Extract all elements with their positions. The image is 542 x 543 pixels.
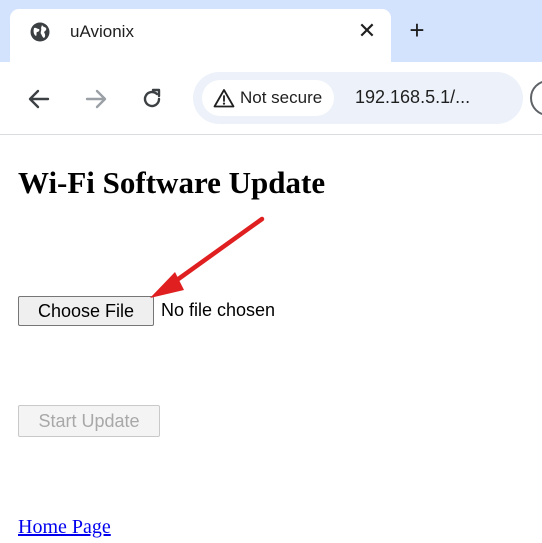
security-indicator[interactable]: Not secure (202, 80, 334, 116)
close-icon[interactable]: ✕ (355, 19, 379, 43)
tab-strip: uAvionix ✕ + (0, 0, 542, 62)
back-arrow-icon[interactable] (26, 86, 52, 112)
browser-toolbar: Not secure 192.168.5.1/... (0, 62, 542, 135)
security-label: Not secure (240, 88, 323, 107)
browser-tab[interactable]: uAvionix ✕ (10, 9, 391, 62)
globe-icon (30, 22, 50, 42)
screenshot-frame: uAvionix ✕ + Not secure 192.168.5.1/... … (0, 0, 542, 543)
file-status-text: No file chosen (161, 300, 276, 320)
home-page-link[interactable]: Home Page (18, 516, 111, 539)
forward-arrow-icon[interactable] (83, 86, 109, 112)
choose-file-button[interactable]: Choose File (18, 296, 154, 326)
start-update-button[interactable]: Start Update (18, 405, 160, 437)
reload-icon[interactable] (139, 86, 165, 112)
tab-title: uAvionix (70, 22, 134, 41)
profile-icon[interactable] (530, 80, 542, 116)
address-bar[interactable]: Not secure 192.168.5.1/... (193, 72, 523, 124)
url-text[interactable]: 192.168.5.1/... (355, 87, 470, 108)
warning-icon (213, 89, 235, 108)
new-tab-button[interactable]: + (402, 15, 432, 45)
page-title: Wi-Fi Software Update (18, 165, 326, 200)
